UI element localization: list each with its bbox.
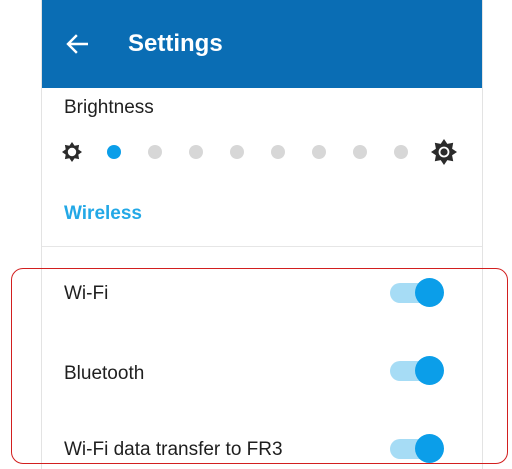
wireless-section-header: Wireless <box>64 203 142 224</box>
wifi-data-transfer-toggle[interactable] <box>390 434 444 464</box>
setting-label: Wi-Fi data transfer to FR3 <box>64 439 283 460</box>
brightness-level-dot[interactable] <box>148 145 162 159</box>
arrow-left-icon <box>66 34 88 54</box>
back-button[interactable] <box>64 30 90 58</box>
brightness-level-dot[interactable] <box>312 145 326 159</box>
settings-panel: Settings Brightness Wireless Wi-Fi Bluet… <box>42 0 482 469</box>
section-divider <box>42 246 482 247</box>
brightness-level-dot[interactable] <box>230 145 244 159</box>
sun-high-icon[interactable] <box>430 138 458 166</box>
setting-label: Wi-Fi <box>64 283 109 304</box>
page-title: Settings <box>128 30 223 57</box>
brightness-level-dot[interactable] <box>107 145 121 159</box>
toggle-thumb <box>415 278 444 307</box>
brightness-level-dot[interactable] <box>394 145 408 159</box>
bluetooth-toggle[interactable] <box>390 356 444 386</box>
setting-label: Bluetooth <box>64 363 145 384</box>
app-header: Settings <box>42 0 482 88</box>
brightness-level-dot[interactable] <box>189 145 203 159</box>
wifi-toggle[interactable] <box>390 278 444 308</box>
sun-low-icon[interactable] <box>61 141 83 163</box>
brightness-label: Brightness <box>64 97 154 118</box>
brightness-level-dot[interactable] <box>353 145 367 159</box>
toggle-thumb <box>415 434 444 463</box>
toggle-thumb <box>415 356 444 385</box>
brightness-level-dot[interactable] <box>271 145 285 159</box>
